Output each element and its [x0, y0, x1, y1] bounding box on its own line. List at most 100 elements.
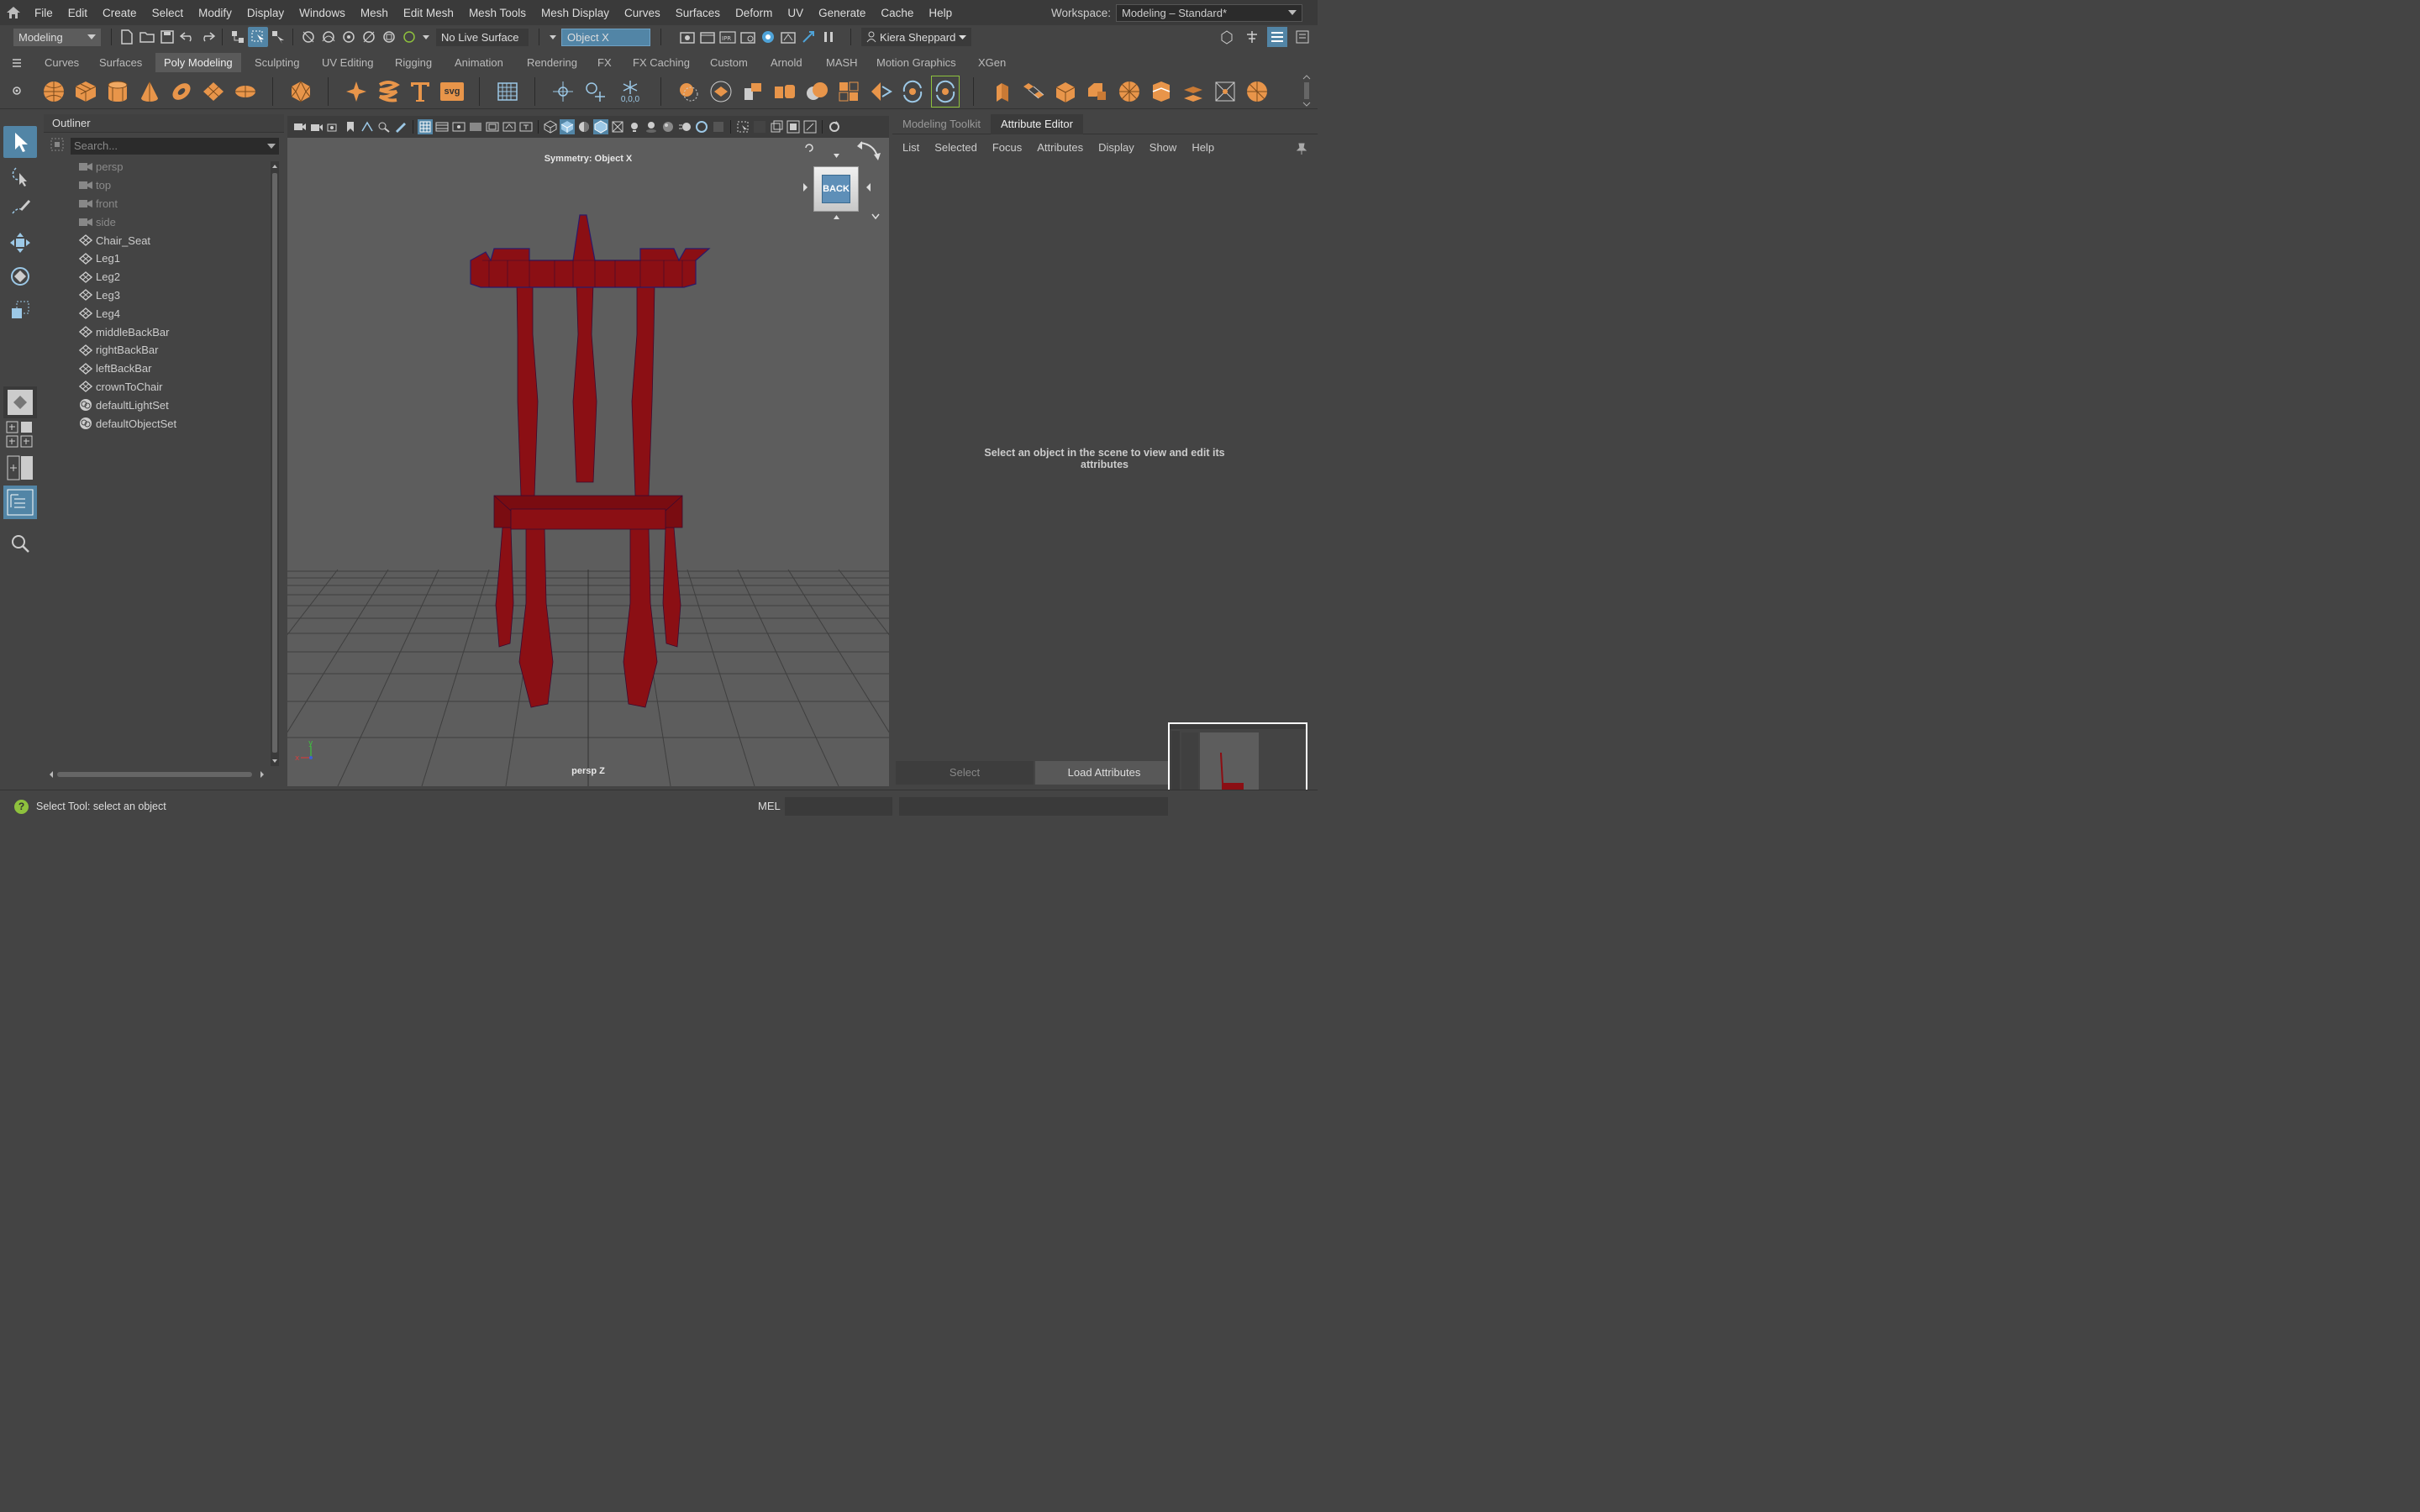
- poly-disc-icon[interactable]: [232, 76, 259, 107]
- modeling-toolkit-icon[interactable]: [1217, 27, 1237, 47]
- viewport-panel[interactable]: y x Symmetry: Object X persp Z BACK: [287, 116, 889, 786]
- shelf-tab-xgen[interactable]: XGen: [970, 53, 1014, 72]
- outliner-item-leftbackbar[interactable]: leftBackBar: [44, 360, 271, 378]
- new-scene-icon[interactable]: [117, 27, 137, 47]
- leg-front-left[interactable]: [518, 527, 554, 708]
- select-component-icon[interactable]: [268, 27, 288, 47]
- channel-box-icon[interactable]: [1242, 27, 1262, 47]
- hypershade-icon[interactable]: [758, 27, 778, 47]
- outliner-item-rightbackbar[interactable]: rightBackBar: [44, 341, 271, 360]
- command-input[interactable]: [785, 797, 892, 816]
- outliner-item-front[interactable]: front: [44, 195, 271, 213]
- pause-icon[interactable]: [818, 27, 839, 47]
- render-frame-icon[interactable]: [697, 27, 718, 47]
- middle-back-bar[interactable]: [572, 283, 597, 483]
- poly-sphere-icon[interactable]: [40, 76, 67, 107]
- tab-modeling-toolkit[interactable]: Modeling Toolkit: [892, 114, 991, 134]
- bake-pivot-icon[interactable]: [581, 76, 608, 107]
- crown-to-chair[interactable]: [470, 214, 711, 288]
- help-icon[interactable]: ?: [14, 800, 29, 814]
- outliner-persp-layout-icon[interactable]: [3, 486, 37, 519]
- outliner-item-leg4[interactable]: Leg4: [44, 304, 271, 323]
- bool-union-icon[interactable]: [803, 76, 830, 107]
- menu-deform[interactable]: Deform: [728, 7, 780, 19]
- separate-icon[interactable]: [708, 76, 734, 107]
- outliner-hscrollbar[interactable]: [47, 769, 267, 778]
- smooth-icon[interactable]: [771, 76, 798, 107]
- mirror-icon[interactable]: [835, 76, 862, 107]
- shelf-tab-custom[interactable]: Custom: [702, 53, 756, 72]
- outliner-item-top[interactable]: top: [44, 176, 271, 195]
- right-back-bar[interactable]: [631, 283, 655, 496]
- target-weld-icon[interactable]: [1212, 76, 1239, 107]
- shelf-tab-mash[interactable]: MASH: [818, 53, 866, 72]
- menu-select[interactable]: Select: [145, 7, 192, 19]
- make-live-icon[interactable]: [399, 27, 419, 47]
- poly-cube-icon[interactable]: [72, 76, 99, 107]
- load-attributes-button[interactable]: Load Attributes: [1035, 761, 1173, 785]
- shelf-tab-poly-modeling[interactable]: Poly Modeling: [155, 53, 241, 72]
- menu-curves[interactable]: Curves: [617, 7, 668, 19]
- four-pane-layout-icon[interactable]: [3, 420, 37, 450]
- poly-torus-icon[interactable]: [168, 76, 195, 107]
- script-language-label[interactable]: MEL: [758, 800, 781, 812]
- attr-menu-show[interactable]: Show: [1150, 141, 1192, 154]
- menu-uv[interactable]: UV: [780, 7, 811, 19]
- shelf-tab-surfaces[interactable]: Surfaces: [91, 53, 150, 72]
- menu-file[interactable]: File: [27, 7, 60, 19]
- platonic-solid-icon[interactable]: [287, 76, 314, 107]
- scale-tool-icon[interactable]: [3, 294, 37, 326]
- menu-mesh-display[interactable]: Mesh Display: [534, 7, 617, 19]
- menu-cache[interactable]: Cache: [873, 7, 921, 19]
- attr-menu-list[interactable]: List: [902, 141, 934, 154]
- menu-surfaces[interactable]: Surfaces: [668, 7, 728, 19]
- shelf-tab-sculpting[interactable]: Sculpting: [246, 53, 308, 72]
- outliner-search-input[interactable]: Search...: [71, 138, 279, 155]
- home-icon[interactable]: [0, 6, 27, 19]
- outliner-item-crowntochair[interactable]: crownToChair: [44, 378, 271, 396]
- live-surface-field[interactable]: No Live Surface: [436, 28, 529, 46]
- retopologize-icon[interactable]: [899, 76, 926, 107]
- poly-cylinder-icon[interactable]: [104, 76, 131, 107]
- menu-generate[interactable]: Generate: [811, 7, 873, 19]
- select-object-icon[interactable]: [248, 27, 268, 47]
- bridge-icon[interactable]: [1020, 76, 1047, 107]
- sweep-mesh-icon[interactable]: [375, 76, 402, 107]
- shelf-tab-animation[interactable]: Animation: [446, 53, 512, 72]
- uv-editor-icon[interactable]: [494, 76, 521, 107]
- mode-dropdown[interactable]: Modeling: [13, 28, 101, 46]
- snap-surface-icon[interactable]: [379, 27, 399, 47]
- shelf-tab-rendering[interactable]: Rendering: [518, 53, 586, 72]
- toggle-tools-icon[interactable]: [798, 27, 818, 47]
- view-cube[interactable]: BACK: [797, 139, 886, 223]
- shelf-settings-icon[interactable]: [12, 86, 22, 98]
- outliner-item-side[interactable]: side: [44, 213, 271, 231]
- outliner-vscrollbar[interactable]: [271, 161, 279, 766]
- bevel-icon[interactable]: [1052, 76, 1079, 107]
- save-scene-icon[interactable]: [157, 27, 177, 47]
- menu-edit-mesh[interactable]: Edit Mesh: [396, 7, 461, 19]
- leg-back-right[interactable]: [662, 527, 681, 648]
- snap-curve-icon[interactable]: [318, 27, 339, 47]
- attr-menu-display[interactable]: Display: [1098, 141, 1150, 154]
- outliner-item-chair_seat[interactable]: Chair_Seat: [44, 231, 271, 249]
- extract-icon[interactable]: [739, 76, 766, 107]
- redo-icon[interactable]: [197, 27, 218, 47]
- view-cube-face[interactable]: BACK: [813, 166, 859, 212]
- open-scene-icon[interactable]: [137, 27, 157, 47]
- symmetry-dropdown[interactable]: Object X: [561, 28, 650, 46]
- menu-mesh[interactable]: Mesh: [353, 7, 396, 19]
- outliner-item-leg3[interactable]: Leg3: [44, 286, 271, 305]
- menu-windows[interactable]: Windows: [292, 7, 353, 19]
- lasso-tool-icon[interactable]: [3, 160, 37, 192]
- shelf-menu-icon[interactable]: [12, 58, 22, 71]
- reduce-icon[interactable]: [867, 76, 894, 107]
- render-view-icon[interactable]: [677, 27, 697, 47]
- shelf-tab-fx[interactable]: FX: [589, 53, 620, 72]
- menu-edit[interactable]: Edit: [60, 7, 95, 19]
- attr-menu-help[interactable]: Help: [1192, 141, 1229, 154]
- append-polygon-icon[interactable]: [1084, 76, 1111, 107]
- menu-mesh-tools[interactable]: Mesh Tools: [461, 7, 534, 19]
- menu-modify[interactable]: Modify: [191, 7, 239, 19]
- ipr-render-icon[interactable]: IPR: [718, 27, 738, 47]
